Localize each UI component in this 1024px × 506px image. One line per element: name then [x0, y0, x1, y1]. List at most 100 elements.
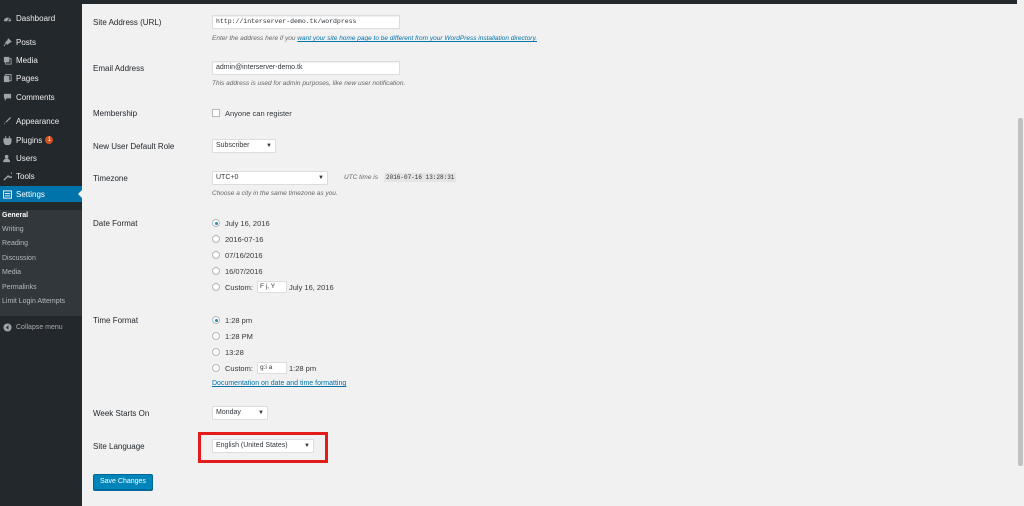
date-format-radio-4[interactable] [212, 267, 220, 275]
date-format-preview: July 16, 2016 [289, 283, 334, 292]
chevron-down-icon: ▼ [266, 143, 272, 149]
general-settings-form: Site Address (URL) http://interserver-de… [82, 4, 1024, 506]
save-changes-button[interactable]: Save Changes [93, 474, 153, 490]
date-format-option-label: 2016-07-16 [225, 235, 264, 244]
date-format-option-label: July 16, 2016 [225, 219, 270, 228]
week-starts-label: Week Starts On [93, 409, 150, 418]
timezone-description: Choose a city in the same timezone as yo… [212, 190, 338, 197]
time-format-label: Time Format [93, 316, 139, 325]
sidebar-item-pages[interactable]: Pages [0, 70, 82, 86]
date-format-radio-2[interactable] [212, 235, 220, 243]
scrollbar-thumb[interactable] [1018, 118, 1023, 466]
time-format-radio-custom[interactable] [212, 364, 220, 372]
date-format-radio-1[interactable] [212, 219, 220, 227]
anyone-can-register-label: Anyone can register [225, 109, 292, 118]
sidebar-item-label: Pages [16, 73, 39, 83]
date-time-documentation-link[interactable]: Documentation on date and time formattin… [212, 380, 346, 387]
default-role-select[interactable]: Subscriber ▼ [212, 139, 276, 153]
sidebar-item-tools[interactable]: Tools [0, 168, 82, 184]
comments-icon [3, 93, 12, 102]
time-format-option-label: 1:28 PM [225, 332, 253, 341]
submenu-writing[interactable]: Writing [2, 224, 24, 236]
week-starts-value: Monday [216, 409, 241, 416]
time-format-radio-2[interactable] [212, 332, 220, 340]
site-address-input[interactable]: http://interserver-demo.tk/wordpress [212, 15, 400, 29]
settings-submenu: General Writing Reading Discussion Media… [0, 210, 82, 316]
date-format-option-label: 07/16/2016 [225, 251, 263, 260]
brush-icon [3, 116, 12, 126]
sidebar-item-label: Comments [16, 92, 55, 102]
membership-label: Membership [93, 109, 138, 118]
utc-time-value: 2016-07-16 13:28:31 [384, 173, 457, 182]
date-format-radio-custom[interactable] [212, 283, 220, 291]
media-icon [3, 56, 12, 65]
email-description: This address is used for admin purposes,… [212, 80, 406, 87]
date-format-custom-input[interactable]: F j, Y [257, 281, 287, 293]
site-address-desc-text: Enter the address here if you [212, 35, 296, 42]
submenu-discussion[interactable]: Discussion [2, 253, 36, 265]
sidebar-item-users[interactable]: Users [0, 150, 82, 166]
admin-sidebar: Dashboard Posts Media Pages Comments App… [0, 4, 82, 506]
week-starts-select[interactable]: Monday ▼ [212, 406, 268, 420]
sidebar-item-label: Settings [16, 189, 45, 199]
submenu-general[interactable]: General [2, 210, 28, 222]
sidebar-item-appearance[interactable]: Appearance [0, 113, 82, 129]
chevron-down-icon: ▼ [258, 410, 264, 416]
anyone-can-register-checkbox[interactable] [212, 109, 220, 117]
sidebar-item-comments[interactable]: Comments [0, 89, 82, 105]
sidebar-item-label: Appearance [16, 116, 60, 126]
timezone-value: UTC+0 [216, 174, 239, 181]
sidebar-item-settings[interactable]: Settings [0, 186, 82, 202]
collapse-menu-button[interactable]: Collapse menu [0, 320, 82, 334]
email-field[interactable]: admin@interserver-demo.tk [212, 61, 400, 75]
utc-time-label: UTC time is [344, 174, 378, 181]
plugin-icon [3, 135, 12, 145]
sidebar-item-media[interactable]: Media [0, 52, 82, 68]
date-format-custom-label: Custom: [225, 283, 253, 292]
sidebar-item-plugins[interactable]: Plugins 1 [0, 132, 82, 148]
collapse-menu-label: Collapse menu [16, 323, 63, 331]
date-format-option-label: 16/07/2016 [225, 267, 263, 276]
sidebar-item-posts[interactable]: Posts [0, 34, 82, 50]
sidebar-item-label: Users [16, 153, 37, 163]
date-format-radio-3[interactable] [212, 251, 220, 259]
sidebar-item-label: Plugins [16, 135, 43, 145]
time-format-radio-1[interactable] [212, 316, 220, 324]
submenu-reading[interactable]: Reading [2, 238, 28, 250]
time-format-option-label: 1:28 pm [225, 316, 253, 325]
timezone-label: Timezone [93, 174, 128, 183]
site-address-label: Site Address (URL) [93, 18, 162, 27]
site-language-label: Site Language [93, 442, 145, 451]
time-format-radio-3[interactable] [212, 348, 220, 356]
email-label: Email Address [93, 64, 145, 73]
date-format-label: Date Format [93, 219, 138, 228]
default-role-label: New User Default Role [93, 142, 175, 151]
site-home-page-link[interactable]: want your site home page to be different… [297, 35, 537, 42]
collapse-arrow-icon [3, 322, 12, 332]
time-format-custom-label: Custom: [225, 364, 253, 373]
sidebar-item-label: Posts [16, 37, 37, 47]
pin-icon [3, 37, 12, 47]
submenu-limit-login-attempts[interactable]: Limit Login Attempts [2, 296, 65, 308]
site-language-value: English (United States) [216, 442, 288, 449]
site-address-description: Enter the address here if you want your … [212, 35, 537, 42]
default-role-value: Subscriber [216, 142, 250, 149]
submenu-permalinks[interactable]: Permalinks [2, 282, 37, 294]
time-format-preview: 1:28 pm [289, 364, 317, 373]
dashboard-icon [3, 14, 12, 23]
time-format-custom-input[interactable]: g:i a [257, 362, 287, 374]
sidebar-item-label: Media [16, 55, 38, 65]
submenu-media[interactable]: Media [2, 267, 21, 279]
users-icon [3, 154, 12, 163]
time-format-option-label: 13:28 [225, 348, 244, 357]
timezone-select[interactable]: UTC+0 ▼ [212, 171, 328, 185]
chevron-down-icon: ▼ [304, 443, 310, 449]
pages-icon [3, 73, 12, 83]
wrench-icon [3, 171, 12, 181]
sidebar-item-label: Dashboard [16, 13, 56, 23]
site-language-select[interactable]: English (United States) ▼ [212, 439, 314, 453]
sidebar-item-dashboard[interactable]: Dashboard [0, 10, 82, 26]
plugins-update-badge: 1 [45, 136, 54, 144]
sidebar-item-label: Tools [16, 171, 35, 181]
chevron-down-icon: ▼ [318, 175, 324, 181]
